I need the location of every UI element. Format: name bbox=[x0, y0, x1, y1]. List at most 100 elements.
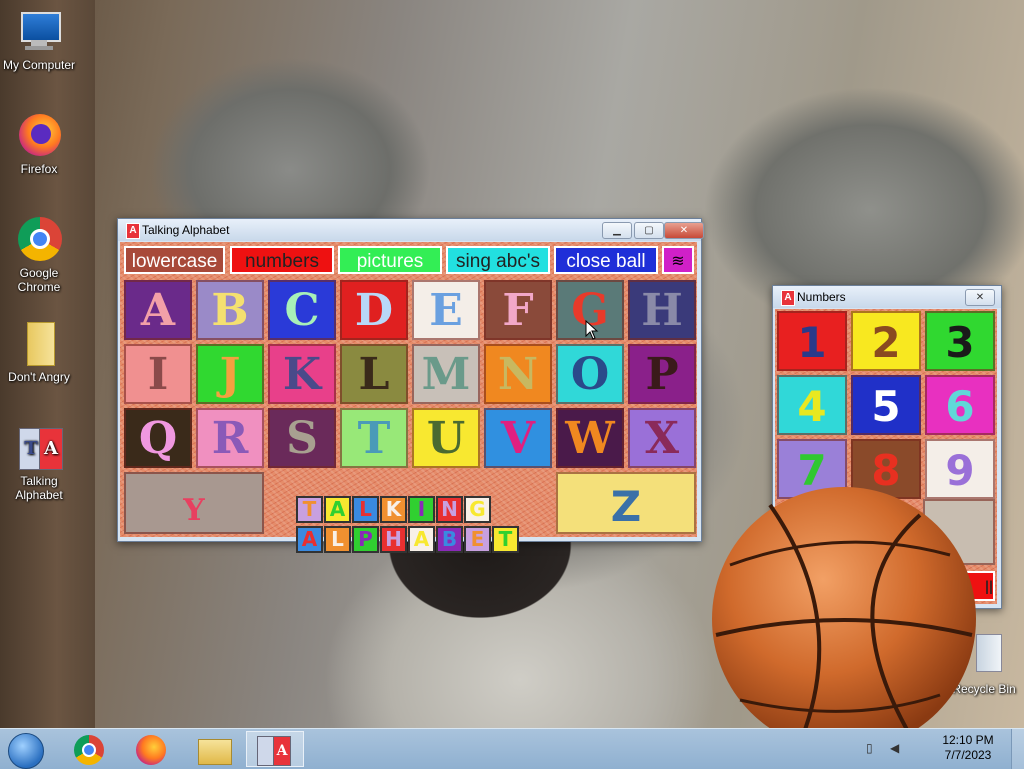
number-tile-2[interactable]: 2 bbox=[851, 311, 921, 371]
explorer-icon bbox=[198, 739, 232, 765]
number-label: 4 bbox=[797, 382, 827, 431]
basketball[interactable] bbox=[710, 485, 978, 728]
letter-tile-e[interactable]: E bbox=[412, 280, 480, 340]
taskbar-talking-alphabet[interactable]: A bbox=[246, 731, 304, 767]
show-desktop-button[interactable] bbox=[1011, 729, 1024, 769]
letter-tile-r[interactable]: R bbox=[196, 408, 264, 468]
letter-tile-f[interactable]: F bbox=[484, 280, 552, 340]
letter-tile-j[interactable]: J bbox=[196, 344, 264, 404]
letter-tile-p[interactable]: P bbox=[628, 344, 696, 404]
letter-label: B bbox=[211, 285, 249, 336]
letter-label: S bbox=[286, 413, 318, 464]
system-tray[interactable]: ▯ ◀ bbox=[866, 741, 926, 757]
logo-block: T bbox=[492, 526, 519, 553]
letter-tile-w[interactable]: W bbox=[556, 408, 624, 468]
logo-block: A bbox=[324, 496, 351, 523]
desktop-icon-label: Google Chrome bbox=[17, 266, 61, 294]
minimize-button[interactable]: ▁ bbox=[602, 222, 632, 239]
letter-tile-v[interactable]: V bbox=[484, 408, 552, 468]
letter-tile-m[interactable]: M bbox=[412, 344, 480, 404]
taskbar-explorer[interactable] bbox=[186, 731, 240, 767]
app-icon: A bbox=[126, 223, 140, 239]
logo-block: L bbox=[324, 526, 351, 553]
sing-abcs-button[interactable]: sing abc's bbox=[446, 246, 550, 274]
number-tile-6[interactable]: 6 bbox=[925, 375, 995, 435]
number-tile-5[interactable]: 5 bbox=[851, 375, 921, 435]
logo-block: I bbox=[408, 496, 435, 523]
letter-label: Y bbox=[183, 493, 205, 528]
letter-label: P bbox=[645, 349, 679, 400]
desktop-icon-chrome[interactable]: Google Chrome bbox=[0, 216, 78, 294]
lowercase-button[interactable]: lowercase bbox=[124, 246, 225, 274]
letter-tile-l[interactable]: L bbox=[340, 344, 408, 404]
number-tile-4[interactable]: 4 bbox=[777, 375, 847, 435]
letter-tile-i[interactable]: I bbox=[124, 344, 192, 404]
letter-label: Z bbox=[610, 482, 642, 531]
letter-label: C bbox=[284, 285, 320, 336]
start-orb-icon bbox=[8, 733, 44, 769]
letter-tile-d[interactable]: D bbox=[340, 280, 408, 340]
computer-icon bbox=[15, 8, 63, 56]
letter-tile-c[interactable]: C bbox=[268, 280, 336, 340]
app-icon: A bbox=[781, 290, 795, 306]
logo-block: L bbox=[352, 496, 379, 523]
letter-tile-u[interactable]: U bbox=[412, 408, 480, 468]
number-label: 5 bbox=[871, 382, 901, 431]
talking-alphabet-window: A Talking Alphabet ▁ ▢ ✕ lowercase numbe… bbox=[117, 218, 704, 553]
logo-block: G bbox=[464, 496, 491, 523]
letter-tile-x[interactable]: X bbox=[628, 408, 696, 468]
letter-tile-z[interactable]: Z bbox=[556, 472, 696, 534]
letter-tile-b[interactable]: B bbox=[196, 280, 264, 340]
close-button[interactable]: ✕ bbox=[965, 289, 995, 306]
logo-block: E bbox=[464, 526, 491, 553]
letter-tile-o[interactable]: O bbox=[556, 344, 624, 404]
window-titlebar[interactable]: A Numbers ✕ bbox=[773, 286, 1001, 308]
letter-label: K bbox=[282, 349, 322, 400]
letter-label: O bbox=[570, 349, 610, 400]
logo-block: P bbox=[352, 526, 379, 553]
letter-tile-a[interactable]: A bbox=[124, 280, 192, 340]
clock[interactable]: 12:10 PM 7/7/2023 bbox=[938, 733, 998, 763]
window-titlebar[interactable]: A Talking Alphabet ▁ ▢ ✕ bbox=[118, 219, 704, 241]
numbers-button[interactable]: numbers bbox=[230, 246, 334, 274]
desktop-icon-label: Talking Alphabet bbox=[15, 474, 63, 502]
letter-label: L bbox=[358, 349, 390, 400]
network-icon[interactable]: ▯ bbox=[866, 741, 873, 755]
desktop-icon-my-computer[interactable]: My Computer bbox=[0, 8, 78, 72]
letter-tile-q[interactable]: Q bbox=[124, 408, 192, 468]
firefox-icon bbox=[15, 112, 63, 160]
letter-label: U bbox=[426, 413, 466, 464]
start-button[interactable] bbox=[2, 731, 52, 769]
letter-label: X bbox=[644, 413, 680, 464]
number-label: 3 bbox=[945, 318, 975, 367]
desktop-icon-firefox[interactable]: Firefox bbox=[0, 112, 78, 176]
volume-icon[interactable]: ◀ bbox=[890, 741, 899, 755]
mouse-cursor-icon bbox=[585, 320, 599, 340]
number-tile-1[interactable]: 1 bbox=[777, 311, 847, 371]
logo-block: H bbox=[380, 526, 407, 553]
letter-label: H bbox=[641, 285, 683, 336]
desktop-icon-dont-angry[interactable]: Don't Angry bbox=[0, 320, 78, 384]
letter-tile-t[interactable]: T bbox=[340, 408, 408, 468]
desktop-icon-talking-alphabet[interactable]: T A Talking Alphabet bbox=[0, 424, 78, 502]
maximize-button[interactable]: ▢ bbox=[634, 222, 664, 239]
number-label: 2 bbox=[871, 318, 901, 367]
pictures-button[interactable]: pictures bbox=[338, 246, 442, 274]
letter-tile-s[interactable]: S bbox=[268, 408, 336, 468]
letter-tile-y[interactable]: Y bbox=[124, 472, 264, 534]
letter-tile-h[interactable]: H bbox=[628, 280, 696, 340]
close-button[interactable]: ✕ bbox=[664, 222, 704, 239]
letter-label: N bbox=[497, 349, 539, 400]
number-tile-3[interactable]: 3 bbox=[925, 311, 995, 371]
close-ball-button[interactable]: close ball bbox=[554, 246, 658, 274]
logo-block: T bbox=[296, 496, 323, 523]
window-title: Talking Alphabet bbox=[142, 223, 230, 237]
letter-label: R bbox=[211, 413, 249, 464]
taskbar-firefox[interactable] bbox=[124, 731, 178, 767]
letter-tile-k[interactable]: K bbox=[268, 344, 336, 404]
letter-label: D bbox=[354, 285, 394, 336]
logo-block: N bbox=[436, 496, 463, 523]
wave-icon[interactable]: ≋ bbox=[662, 246, 694, 274]
taskbar-chrome[interactable] bbox=[62, 731, 116, 767]
letter-tile-n[interactable]: N bbox=[484, 344, 552, 404]
